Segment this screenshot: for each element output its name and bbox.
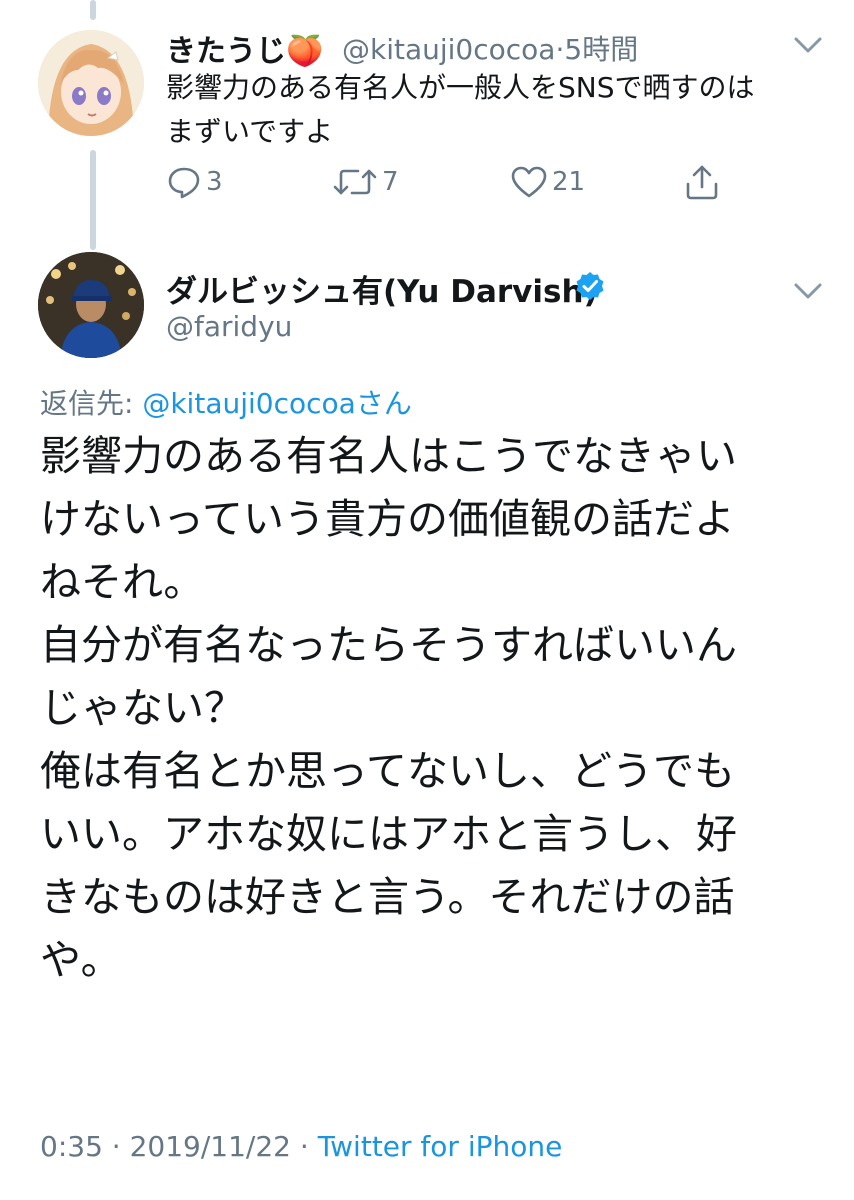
main-name-text: ダルビッシュ有(Yu Darvish) — [166, 274, 598, 310]
replying-to: 返信先: @kitauji0cocoaさん — [40, 382, 412, 422]
main-text-line: きなものは好きと言う。それだけの話 — [40, 873, 735, 921]
comment-icon — [168, 167, 200, 199]
reply-handle[interactable]: @kitauji0cocoa — [342, 33, 555, 66]
main-text-line: いい。アホな奴にはアホと言うし、好 — [40, 810, 737, 858]
share-icon[interactable] — [682, 162, 722, 202]
reply-name-text: きたうじ — [166, 34, 286, 69]
avatar-darvish[interactable] — [38, 252, 144, 358]
anime-girl-avatar-icon — [38, 30, 144, 136]
avatar-kitauji[interactable] — [38, 30, 144, 136]
main-text-line: や。 — [40, 936, 122, 984]
tweet-source-link[interactable]: Twitter for iPhone — [318, 1130, 563, 1163]
meta-separator: · — [102, 1130, 130, 1163]
main-text-line: 自分が有名なったらそうすればいいん — [40, 621, 737, 669]
reply-tweet-text: 影響力のある有名人が一般人をSNSで晒すのは まずいですよ — [166, 66, 826, 154]
reply-time[interactable]: 5時間 — [564, 33, 638, 66]
tweet-meta: 0:35 · 2019/11/22 · Twitter for iPhone — [40, 1130, 562, 1163]
verified-badge-icon — [576, 272, 604, 300]
player-photo-avatar-icon — [38, 252, 144, 358]
reply-text-line: まずいですよ — [166, 115, 334, 148]
replying-suffix: さん — [355, 387, 412, 420]
retweet-count: 7 — [382, 167, 399, 197]
replying-mention: @kitauji0cocoa — [142, 387, 356, 420]
retweet-action[interactable]: 7 — [332, 165, 399, 199]
reply-count: 3 — [206, 167, 223, 197]
reply-display-name[interactable]: きたうじ🍑 — [166, 26, 323, 70]
like-action[interactable]: 21 — [510, 165, 585, 199]
reply-action[interactable]: 3 — [166, 165, 223, 199]
like-count: 21 — [552, 167, 586, 197]
main-text-line: 俺は有名とか思ってないし、どうでも — [40, 747, 735, 795]
tweet-date[interactable]: 2019/11/22 — [130, 1130, 291, 1163]
main-text-line: 影響力のある有名人はこうでなきゃい — [40, 432, 737, 480]
reply-text-line: 影響力のある有名人が一般人をSNSで晒すのは — [166, 71, 755, 104]
main-text-line: じゃない？ — [40, 684, 245, 732]
thread-line-top — [90, 0, 96, 20]
replying-prefix: 返信先: — [40, 387, 143, 420]
heart-icon — [511, 166, 547, 198]
thread-line-middle — [90, 150, 96, 250]
chevron-down-icon[interactable] — [792, 34, 824, 56]
tweet-time[interactable]: 0:35 — [40, 1130, 103, 1163]
chevron-down-icon[interactable] — [792, 280, 824, 302]
retweet-icon — [333, 169, 377, 195]
meta-separator: · — [290, 1130, 318, 1163]
peach-emoji-icon: 🍑 — [286, 34, 324, 69]
main-text-line: けないっていう貴方の価値観の話だよ — [40, 495, 735, 543]
main-text-line: ねそれ。 — [40, 558, 205, 606]
main-tweet-text: 影響力のある有名人はこうでなきゃい けないっていう貴方の価値観の話だよ ねそれ。… — [40, 425, 830, 992]
reply-handle-row: @kitauji0cocoa·5時間 — [342, 28, 638, 68]
replying-mention-link[interactable]: @kitauji0cocoaさん — [142, 387, 411, 420]
main-display-name[interactable]: ダルビッシュ有(Yu Darvish) — [166, 266, 598, 311]
main-handle[interactable]: @faridyu — [166, 310, 292, 343]
